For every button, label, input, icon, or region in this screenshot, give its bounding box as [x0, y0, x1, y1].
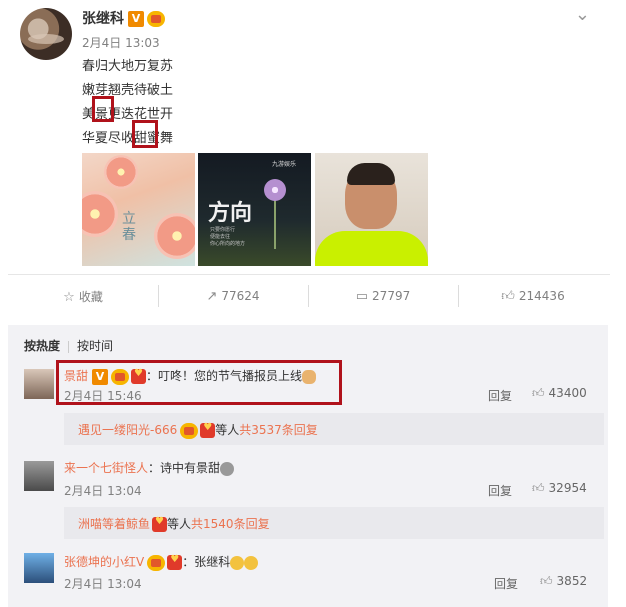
flower-graphic [264, 179, 286, 201]
comment-like-button[interactable]: 👍︎ 32954 [532, 481, 587, 496]
like-count: 214436 [518, 288, 565, 303]
reply-button[interactable]: 回复 [488, 482, 512, 499]
highlight-box [132, 120, 158, 148]
sub-reply-summary[interactable]: 遇见一缕阳光-666 等人共3537条回复 [64, 413, 604, 445]
comment-like-count: 32954 [548, 481, 587, 495]
comment-avatar[interactable] [24, 553, 54, 583]
heart-badge-icon [167, 554, 183, 570]
sub-reply-user[interactable]: 遇见一缕阳光-666 [78, 423, 177, 437]
poem-line: 华夏尽收甜蜜舞 [82, 131, 174, 146]
comment-time: 2月4日 13:04 [64, 484, 142, 498]
like-button[interactable]: 👍︎ 214436 [458, 284, 608, 307]
stem-graphic [274, 199, 276, 249]
highlight-box [92, 96, 114, 122]
emoji-icon [230, 555, 245, 570]
comment-icon: ▭ [355, 288, 369, 304]
comment-avatar[interactable] [24, 461, 54, 491]
favorite-label: 收藏 [78, 289, 103, 304]
action-bar: ☆ 收藏 ↗ 77624 ▭ 27797 👍︎ 214436 [8, 277, 608, 315]
author-avatar[interactable] [20, 8, 72, 60]
commenter-name[interactable]: 来一个七街怪人 [64, 461, 148, 475]
comment-text: ：诗中有景甜 [148, 461, 221, 475]
comment-like-count: 3852 [556, 574, 588, 588]
comment-button[interactable]: ▭ 27797 [308, 284, 458, 307]
sub-reply-mid: 等人 [215, 423, 240, 437]
comment-count: 27797 [372, 288, 411, 303]
flower-graphic [104, 155, 138, 189]
chevron-down-icon[interactable]: ⌄ [575, 4, 590, 25]
member-badge-icon [147, 11, 165, 27]
member-badge-icon [180, 422, 199, 439]
thumbs-up-icon: 👍︎ [501, 288, 515, 304]
forward-button[interactable]: ↗ 77624 [158, 284, 308, 307]
reply-button[interactable]: 回复 [494, 575, 518, 592]
tab-sort-time[interactable]: 按时间 [77, 337, 113, 354]
tab-sort-hot[interactable]: 按热度 [24, 337, 60, 354]
star-icon: ☆ [63, 289, 75, 305]
image-title: 方向 [208, 200, 253, 226]
heart-badge-icon [200, 422, 216, 438]
image-caption: 立 春 [122, 211, 136, 243]
member-badge-icon [147, 554, 166, 571]
forward-icon: ↗ [206, 288, 218, 304]
image-subtext: 只要你愿行 便能去往 你心所向的地方 [210, 227, 246, 247]
image-logo: 九游娱乐 [272, 161, 297, 168]
comment-text: ：张继科 [182, 555, 231, 569]
comment-like-count: 43400 [548, 386, 587, 400]
comment-like-button[interactable]: 👍︎ 3852 [540, 574, 587, 589]
thumbs-up-icon: 👍︎ [532, 481, 545, 495]
flower-graphic [82, 191, 118, 237]
thumbs-up-icon: 👍︎ [532, 386, 545, 400]
verified-badge-icon: V [128, 11, 144, 27]
sub-reply-count[interactable]: 共1540条回复 [191, 517, 270, 531]
hair-graphic [347, 163, 395, 185]
sub-reply-count[interactable]: 共3537条回复 [239, 423, 318, 437]
comment-time: 2月4日 13:04 [64, 577, 142, 591]
comments-section: 按热度按时间 景甜V：叮咚！您的节气播报员上线 2月4日 15:46 回复 👍︎… [8, 325, 608, 607]
reply-button[interactable]: 回复 [488, 387, 512, 404]
commenter-name[interactable]: 张德坤的小红V [64, 555, 144, 569]
sub-reply-summary[interactable]: 洲喵等着鲸鱼 等人共1540条回复 [64, 507, 604, 539]
comment-row: 来一个七街怪人：诗中有景甜 [64, 459, 235, 476]
favorite-button[interactable]: ☆ 收藏 [8, 288, 158, 305]
sub-reply-mid: 等人 [167, 517, 192, 531]
divider [68, 340, 70, 353]
emoji-icon [220, 461, 235, 476]
post-image-2[interactable]: 九游娱乐 方向 只要你愿行 便能去往 你心所向的地方 [198, 153, 311, 266]
author-name[interactable]: 张继科 [82, 11, 124, 27]
shirt-graphic [315, 231, 428, 266]
flower-graphic [154, 213, 195, 259]
poem-line: 春归大地万复苏 [82, 59, 174, 74]
post-image-1[interactable]: 立 春 [82, 153, 195, 266]
comment-like-button[interactable]: 👍︎ 43400 [532, 386, 587, 401]
forward-count: 77624 [221, 288, 260, 303]
emoji-icon [244, 555, 259, 570]
sub-reply-user[interactable]: 洲喵等着鲸鱼 [78, 517, 150, 531]
post-image-3[interactable] [315, 153, 428, 266]
heart-badge-icon [152, 516, 168, 532]
thumbs-up-icon: 👍︎ [540, 574, 553, 588]
comment-sort-tabs: 按热度 按时间 [24, 337, 113, 354]
comment-avatar[interactable] [24, 369, 54, 399]
author-row: 张继科 V [82, 8, 165, 28]
divider [8, 274, 610, 275]
post-time[interactable]: 2月4日 13:03 [82, 34, 160, 51]
highlight-box [56, 360, 342, 405]
comment-row: 张德坤的小红V ：张继科 [64, 553, 259, 571]
